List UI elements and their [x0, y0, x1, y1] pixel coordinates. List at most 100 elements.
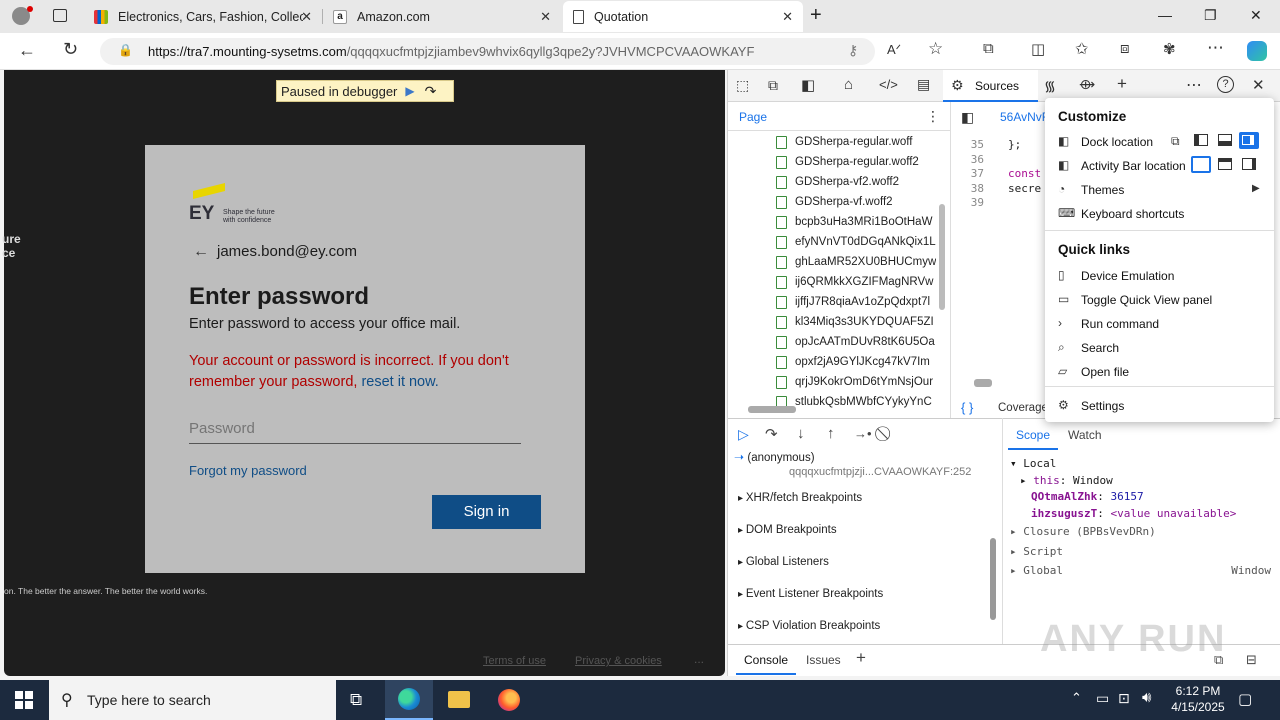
back-arrow-icon[interactable]: ←	[193, 243, 209, 261]
activity-bar-horizontal-icon[interactable]	[1191, 156, 1211, 173]
tray-chevron-icon[interactable]: ⌃	[1071, 690, 1082, 706]
tab-actions-icon[interactable]	[53, 9, 67, 22]
file-item[interactable]: ijffjJ7R8qiaAv1oZpQdxpt7l	[776, 292, 936, 312]
lock-icon[interactable]: 🔒	[118, 43, 133, 57]
menu-search[interactable]: Search	[1081, 341, 1119, 355]
add-drawer-tab-icon[interactable]: +	[856, 648, 866, 668]
tab-amazon[interactable]: a Amazon.com ✕	[323, 1, 561, 32]
favorite-star-icon[interactable]: ☆	[928, 39, 943, 59]
code-line[interactable]: 35};	[958, 138, 1041, 153]
file-item[interactable]: GDSherpa-vf.woff2	[776, 192, 936, 212]
debugger-scrollbar[interactable]	[990, 538, 996, 620]
close-icon[interactable]: ✕	[540, 9, 551, 25]
resume-icon[interactable]: ▶︎	[405, 84, 414, 98]
step-over-icon[interactable]: ↷	[425, 83, 437, 100]
volume-icon[interactable]: 🔊︎	[1142, 689, 1151, 706]
read-aloud-icon[interactable]: Aᐟ	[887, 42, 901, 58]
call-frame[interactable]: ➝ (anonymous) qqqqxucfmtpjzji...CVAAOWKA…	[734, 450, 994, 478]
code-line[interactable]: 36	[958, 153, 1041, 168]
menu-open-file[interactable]: Open file	[1081, 365, 1129, 379]
more-tools-icon[interactable]: +	[1117, 74, 1127, 94]
forgot-password-link[interactable]: Forgot my password	[189, 463, 307, 478]
device-icon[interactable]: ⧉	[768, 77, 778, 94]
restore-button[interactable]: ❐	[1204, 7, 1217, 24]
format-icon[interactable]: { }	[961, 400, 973, 415]
breakpoint-section[interactable]: ▸ XHR/fetch Breakpoints	[738, 492, 862, 504]
file-item[interactable]: GDSherpa-regular.woff2	[776, 152, 936, 172]
elements-icon[interactable]: </>	[879, 77, 898, 92]
close-icon[interactable]: ✕	[301, 9, 312, 25]
scope-global[interactable]: ▸ Global Window	[1010, 563, 1275, 580]
tab-watch[interactable]: Watch	[1068, 428, 1102, 442]
breakpoint-section[interactable]: ▸ DOM Breakpoints	[738, 524, 837, 536]
network-icon[interactable]: ᯾	[1044, 77, 1056, 96]
file-item[interactable]: stlubkQsbMWbfCYykyYnC	[776, 392, 936, 412]
code-line[interactable]: 39	[958, 196, 1041, 211]
close-window-button[interactable]: ✕	[1250, 7, 1262, 24]
tab-issues[interactable]: Issues	[806, 653, 841, 667]
editor-scroll[interactable]	[974, 379, 992, 387]
editor-toggle-icon[interactable]: ◧	[961, 109, 974, 126]
copilot-icon[interactable]	[1247, 41, 1267, 61]
navigator-more-icon[interactable]: ⋮	[926, 108, 940, 125]
step-into-icon[interactable]: ↓	[797, 425, 805, 442]
firefox-icon[interactable]	[498, 689, 520, 711]
dock-right-icon[interactable]	[1239, 132, 1259, 149]
extensions-icon[interactable]: ⧉	[983, 40, 994, 57]
console-icon[interactable]: ▤	[917, 76, 930, 93]
breakpoint-section[interactable]: ▸ CSP Violation Breakpoints	[738, 620, 880, 632]
more-menu-icon[interactable]: ⋯	[1207, 38, 1224, 58]
password-field[interactable]	[189, 413, 521, 444]
split-screen-icon[interactable]: ◫	[1031, 40, 1045, 58]
code-line[interactable]: 37 const	[958, 167, 1041, 182]
address-bar[interactable]: 🔒 https://tra7.mounting-sysetms.com/qqqq…	[100, 38, 875, 65]
file-item[interactable]: ghLaaMR52XU0BHUCmyw	[776, 252, 936, 272]
close-drawer-icon[interactable]: ⊟	[1246, 652, 1257, 668]
favorites-icon[interactable]: ✩	[1075, 39, 1088, 59]
step-icon[interactable]: →•	[854, 426, 872, 441]
file-item[interactable]: GDSherpa-regular.woff	[776, 132, 936, 152]
taskbar-search[interactable]: ⚲ Type here to search	[49, 680, 336, 720]
page-tab[interactable]: Page	[739, 110, 767, 124]
tab-electronics[interactable]: Electronics, Cars, Fashion, Collec ✕	[84, 1, 322, 32]
sign-in-button[interactable]: Sign in	[432, 495, 541, 529]
menu-device-emulation[interactable]: Device Emulation	[1081, 269, 1174, 283]
file-item[interactable]: opxf2jA9GYlJKcg47kV7Im	[776, 352, 936, 372]
scope-local[interactable]: ▾ Local	[1010, 456, 1275, 473]
activity-bar-side-icon[interactable]	[1242, 158, 1256, 170]
file-item[interactable]: bcpb3uHa3MRi1BoOtHaW	[776, 212, 936, 232]
privacy-link[interactable]: Privacy & cookies	[575, 655, 662, 667]
menu-toggle-quick-view[interactable]: Toggle Quick View panel	[1081, 293, 1212, 307]
menu-keyboard-shortcuts[interactable]: Keyboard shortcuts	[1081, 207, 1184, 221]
file-item[interactable]: efyNVnVT0dDGqANkQix1L	[776, 232, 936, 252]
dock-undock-icon[interactable]: ⧉	[1171, 134, 1180, 149]
scope-var1[interactable]: QOtmaAlZhk: 36157	[1010, 489, 1275, 506]
file-item[interactable]: ij6QRMkkXGZIFMagNRVw	[776, 272, 936, 292]
close-devtools-icon[interactable]: ✕	[1252, 76, 1265, 94]
resume-icon[interactable]: ▷	[738, 426, 749, 443]
collections-icon[interactable]: ⧈	[1120, 40, 1130, 57]
battery-icon[interactable]: ▭	[1096, 690, 1109, 707]
navigator-scrollbar[interactable]	[939, 204, 945, 310]
terms-link[interactable]: Terms of use	[483, 655, 546, 667]
tab-quotation[interactable]: Quotation ✕	[563, 1, 803, 32]
url-text[interactable]: https://tra7.mounting-sysetms.com/qqqqxu…	[148, 44, 838, 59]
step-out-icon[interactable]: ↑	[827, 425, 835, 442]
scope-script[interactable]: ▸ Script	[1010, 544, 1275, 561]
tab-console[interactable]: Console	[744, 653, 788, 667]
activity-bar-top-icon[interactable]	[1218, 158, 1232, 170]
back-arrow-icon[interactable]: ←	[18, 40, 36, 61]
clock[interactable]: 6:12 PM 4/15/2025	[1168, 683, 1228, 715]
help-icon[interactable]: ?	[1217, 76, 1234, 93]
breakpoint-section[interactable]: ▸ Global Listeners	[738, 556, 829, 568]
windows-start-icon[interactable]	[15, 691, 33, 709]
step-over-icon[interactable]: ↷	[765, 425, 778, 443]
inspect-icon[interactable]: ⬚	[736, 77, 749, 94]
file-item[interactable]: kl34Miq3s3UKYDQUAF5ZI	[776, 312, 936, 332]
file-item[interactable]: opJcAATmDUvR8tK6U5Oa	[776, 332, 936, 352]
file-item[interactable]: qrjJ9KokrOmD6tYmNsjOur	[776, 372, 936, 392]
menu-settings[interactable]: Settings	[1081, 399, 1124, 413]
scope-closure[interactable]: ▸ Closure (BPBsVevDRn)	[1010, 524, 1275, 541]
new-tab-button[interactable]: +	[810, 4, 822, 27]
menu-run-command[interactable]: Run command	[1081, 317, 1159, 331]
